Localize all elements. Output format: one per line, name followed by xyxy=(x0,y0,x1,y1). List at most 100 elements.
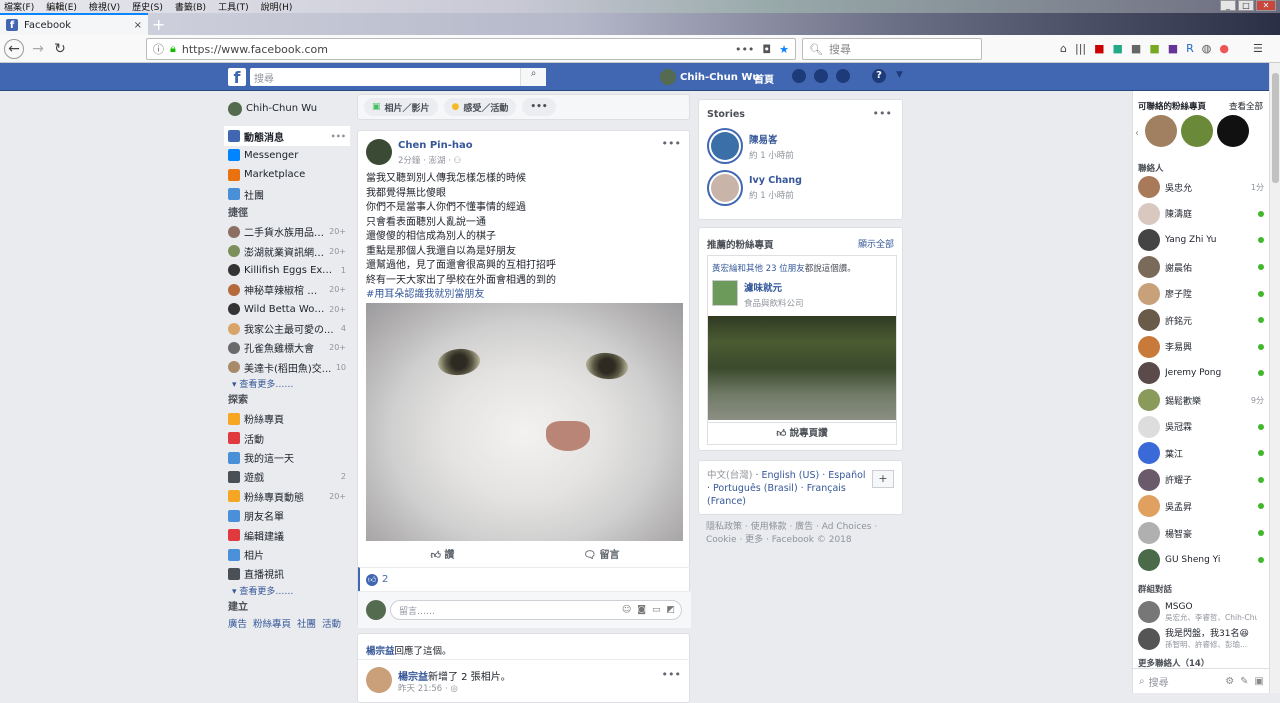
contact-item[interactable]: Jeremy Pong xyxy=(1138,360,1264,387)
page-thumbnail[interactable] xyxy=(712,280,738,306)
notifications-globe-icon[interactable] xyxy=(836,69,850,83)
contact-item[interactable]: Yang Zhi Yu xyxy=(1138,227,1264,254)
url-bar[interactable]: ⓘ 🔒︎ https://www.facebook.com ••• ◘ ★ xyxy=(146,38,796,60)
menu-tools[interactable]: 工具(T) xyxy=(218,0,249,13)
post-options-button[interactable]: ••• xyxy=(662,137,681,150)
reactions-summary[interactable]: 👍︎ 2 xyxy=(358,567,691,591)
video-call-icon[interactable]: ▣ xyxy=(1255,676,1264,687)
photo-video-button[interactable]: ▣ 相片／影片 xyxy=(364,98,438,116)
story-item[interactable]: 陳易峉約 1 小時前 xyxy=(707,128,794,164)
page-scrollbar[interactable] xyxy=(1269,63,1280,693)
extension-icon[interactable]: ■ xyxy=(1168,42,1178,55)
left-nav-item[interactable]: Messenger xyxy=(224,146,350,165)
shortcut-item[interactable]: Wild Betta World 20+ xyxy=(224,300,350,319)
maximize-button[interactable]: □ xyxy=(1238,0,1254,11)
extension-icon[interactable]: R xyxy=(1186,42,1194,55)
contact-item[interactable]: 葉江 xyxy=(1138,440,1264,467)
see-more-shortcuts-link[interactable]: ▾ 查看更多…… xyxy=(224,377,350,391)
menu-help[interactable]: 說明(H) xyxy=(261,0,293,13)
shortcut-item[interactable]: 我家公主最可愛の... 4 xyxy=(224,319,350,338)
chat-search-input[interactable]: ⌕ 搜尋 ⚙ ✎ ▣ xyxy=(1133,668,1270,693)
comment-button[interactable]: 🗨︎ 留言 xyxy=(583,546,619,561)
extension-icon[interactable]: ◍ xyxy=(1202,42,1212,55)
page-name[interactable]: 濾味就元 xyxy=(744,280,804,294)
chevron-left-icon[interactable]: ‹ xyxy=(1135,128,1139,139)
extension-icon[interactable]: ■ xyxy=(1094,42,1104,55)
contact-item[interactable]: GU Sheng Yi xyxy=(1138,546,1264,573)
scrollbar-thumb[interactable] xyxy=(1272,73,1279,183)
see-all-link[interactable]: 顯示全部 xyxy=(858,237,894,250)
shortcut-item[interactable]: Killifish Eggs Exc... 1 xyxy=(224,261,350,280)
story-item[interactable]: Ivy Chang 約 1 小時前 xyxy=(707,170,802,206)
extension-icon[interactable]: ■ xyxy=(1113,42,1123,55)
messenger-icon[interactable] xyxy=(814,69,828,83)
menu-history[interactable]: 歷史(S) xyxy=(132,0,163,13)
extension-icon[interactable]: ■ xyxy=(1149,42,1159,55)
composer-more-button[interactable]: ••• xyxy=(522,98,556,116)
see-all-pages-link[interactable]: 查看全部 xyxy=(1229,100,1263,112)
explore-item[interactable]: 直播視訊 xyxy=(224,564,350,583)
home-link[interactable]: 首頁 xyxy=(754,71,774,86)
page-cover-photo[interactable] xyxy=(708,316,896,420)
create-group-link[interactable]: 社團 xyxy=(297,616,316,630)
home-icon[interactable]: ⌂ xyxy=(1060,42,1067,55)
extension-icon[interactable]: ● xyxy=(1219,42,1229,55)
commenter-name[interactable]: 楊宗益 xyxy=(366,646,395,657)
browser-search-input[interactable]: 🔍︎ 搜尋 xyxy=(802,38,982,60)
explore-item[interactable]: 編輯建議 xyxy=(224,525,350,544)
contact-item[interactable]: 陳濤庭 xyxy=(1138,201,1264,228)
help-icon[interactable]: ? xyxy=(872,69,886,83)
post-author[interactable]: Chen Pin-hao xyxy=(398,140,473,151)
minimize-button[interactable]: _ xyxy=(1220,0,1236,11)
left-nav-item[interactable]: 社團 xyxy=(224,185,350,204)
left-nav-item[interactable]: Marketplace xyxy=(224,165,350,184)
language-link[interactable]: English (US) xyxy=(761,470,819,481)
new-message-icon[interactable]: ✎ xyxy=(1240,676,1248,687)
group-conversation[interactable]: 我是閃盤，我31名😆 孫智明、許睿修、彭瑜... xyxy=(1138,626,1264,652)
contact-item[interactable]: 吳冠霖 xyxy=(1138,413,1264,440)
nav-item-options-icon[interactable]: ••• xyxy=(331,132,350,141)
privacy-icon[interactable]: ⚇ xyxy=(454,156,462,166)
comment-input[interactable]: 留言…… ☺ ◙ ▭ ◩ xyxy=(390,600,682,620)
explore-item[interactable]: 粉絲專頁動態 20+ xyxy=(224,487,350,506)
page-avatar[interactable] xyxy=(1145,115,1177,147)
menu-edit[interactable]: 編輯(E) xyxy=(46,0,77,13)
shortcut-item[interactable]: 美達卡(稻田魚)交... 10 xyxy=(224,358,350,377)
pocket-icon[interactable]: ◘ xyxy=(762,43,771,56)
facebook-search-input[interactable]: 搜尋 ⌕ xyxy=(250,68,546,86)
menu-bookmarks[interactable]: 書籤(B) xyxy=(175,0,206,13)
tab-facebook[interactable]: f Facebook × xyxy=(0,13,148,35)
like-button[interactable]: 👍︎ 讚 xyxy=(430,546,454,561)
contact-item[interactable]: 楊智豪 xyxy=(1138,520,1264,547)
close-tab-icon[interactable]: × xyxy=(134,20,142,31)
like-page-button[interactable]: 👍︎ 說專頁讚 xyxy=(708,422,896,444)
camera-icon[interactable]: ◙ xyxy=(637,605,646,615)
contact-item[interactable]: 謝晨佑 xyxy=(1138,254,1264,281)
forward-button[interactable]: → xyxy=(28,39,48,59)
contact-item[interactable]: 吳孟昇 xyxy=(1138,493,1264,520)
facebook-logo[interactable]: f xyxy=(228,68,246,87)
shortcut-item[interactable]: 澎湖就業資訊網(... 20+ xyxy=(224,241,350,260)
contact-item[interactable]: 吳忠允 1分 xyxy=(1138,174,1264,201)
explore-item[interactable]: 相片 xyxy=(224,545,350,564)
contact-item[interactable]: 李易興 xyxy=(1138,334,1264,361)
friend-requests-icon[interactable] xyxy=(792,69,806,83)
gear-icon[interactable]: ⚙ xyxy=(1225,676,1234,687)
hashtag-link[interactable]: #用耳朵認識我就別當朋友 xyxy=(366,288,684,303)
left-nav-item[interactable]: 動態消息 ••• xyxy=(224,126,350,146)
shortcut-item[interactable]: 神秘草辣椒棺 水... 20+ xyxy=(224,280,350,299)
explore-item[interactable]: 活動 xyxy=(224,428,350,447)
close-window-button[interactable]: ✕ xyxy=(1256,0,1276,11)
gif-icon[interactable]: ▭ xyxy=(652,605,661,615)
sticker-icon[interactable]: ◩ xyxy=(666,605,675,615)
post-time[interactable]: 2分鐘 · 澎湖 · xyxy=(398,156,454,166)
friends-names[interactable]: 黃宏綸和其他 23 位朋友 xyxy=(712,264,805,274)
emoji-icon[interactable]: ☺ xyxy=(622,605,631,615)
contact-item[interactable]: 廖子陞 xyxy=(1138,280,1264,307)
bookmark-star-icon[interactable]: ★ xyxy=(779,43,789,56)
avatar[interactable] xyxy=(366,667,392,693)
create-ad-link[interactable]: 廣告 xyxy=(228,616,247,630)
create-page-link[interactable]: 粉絲專頁 xyxy=(253,616,291,630)
post-photo[interactable] xyxy=(366,303,683,541)
explore-item[interactable]: 我的這一天 xyxy=(224,448,350,467)
